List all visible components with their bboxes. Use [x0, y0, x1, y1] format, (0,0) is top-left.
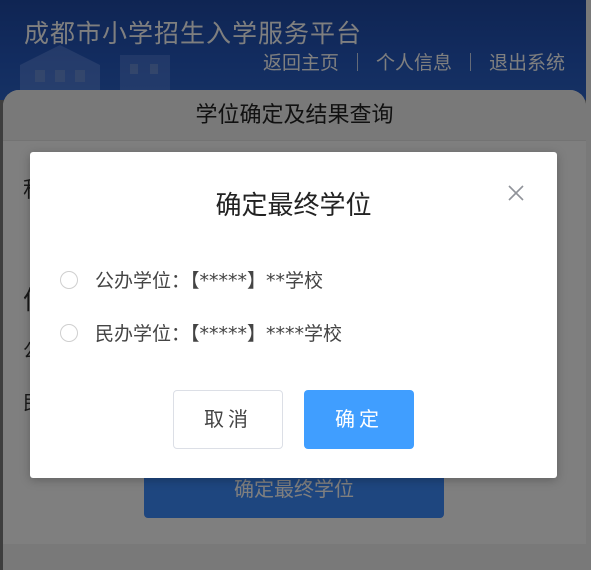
- option-label: 公办学位：【*****】**学校: [95, 270, 324, 292]
- confirm-button[interactable]: 确定: [304, 390, 414, 449]
- cancel-button[interactable]: 取消: [173, 390, 283, 449]
- private-school-option[interactable]: 民办学位：【*****】****学校: [60, 319, 342, 346]
- final-degree-dialog: 确定最终学位 公办学位：【*****】**学校 民办学位：【*****】****…: [30, 152, 557, 478]
- public-school-option[interactable]: 公办学位：【*****】**学校: [60, 266, 323, 293]
- radio-button[interactable]: [60, 270, 78, 289]
- radio-button[interactable]: [60, 323, 78, 342]
- dialog-title: 确定最终学位: [215, 191, 372, 221]
- close-icon[interactable]: [505, 182, 527, 204]
- option-label: 民办学位：【*****】****学校: [95, 323, 343, 345]
